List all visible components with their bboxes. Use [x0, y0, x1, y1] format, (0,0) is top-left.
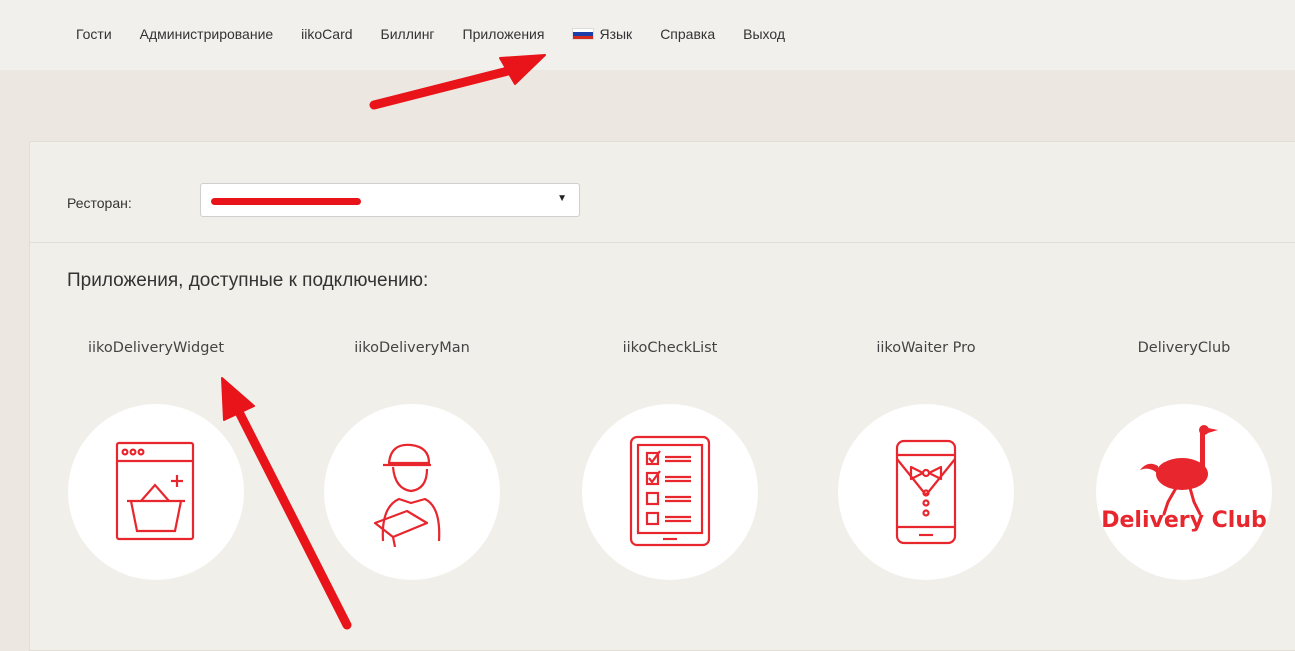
nav-language-label: Язык [599, 26, 633, 42]
nav-billing[interactable]: Биллинг [381, 26, 435, 42]
app-name[interactable]: iikoDeliveryMan [322, 340, 502, 356]
restaurant-select[interactable]: ▼ [200, 183, 580, 217]
ostrich-icon [1140, 425, 1218, 516]
nav-administration[interactable]: Администрирование [140, 26, 274, 42]
nav-help[interactable]: Справка [660, 26, 715, 42]
app-card-delivery-man: iikoDeliveryMan [322, 340, 502, 580]
delivery-club-logo-text: Delivery Club [1101, 508, 1267, 533]
nav-guests[interactable]: Гости [76, 26, 112, 42]
app-tile-checklist[interactable] [582, 404, 758, 580]
app-card-checklist: iikoCheckList [580, 340, 760, 580]
nav-iikocard[interactable]: iikoCard [301, 26, 352, 42]
dropdown-caret-icon: ▼ [557, 193, 567, 204]
app-tile-waiter-pro[interactable] [838, 404, 1014, 580]
redaction-mark [211, 198, 361, 205]
waiter-phone-icon [895, 439, 957, 545]
app-card-waiter-pro: iikoWaiter Pro [836, 340, 1016, 580]
nav-language[interactable]: Язык [572, 26, 632, 42]
nav-logout[interactable]: Выход [743, 26, 785, 42]
restaurant-label: Ресторан: [67, 195, 132, 211]
apps-section-title: Приложения, доступные к подключению: [67, 270, 429, 291]
app-card-delivery-club: DeliveryClub Delivery Club [1094, 340, 1274, 580]
app-name[interactable]: iikoCheckList [580, 340, 760, 356]
courier-icon [373, 443, 441, 547]
app-name[interactable]: iikoWaiter Pro [836, 340, 1016, 356]
top-navigation: Гости Администрирование iikoCard Биллинг… [0, 0, 1295, 70]
russian-flag-icon [572, 28, 595, 40]
divider [30, 242, 1295, 243]
nav-menu: Гости Администрирование iikoCard Биллинг… [76, 24, 813, 44]
checklist-icon [629, 435, 711, 547]
main-panel: Ресторан: ▼ Приложения, доступные к подк… [29, 141, 1295, 651]
app-name[interactable]: iikoDeliveryWidget [66, 340, 246, 356]
app-tile-delivery-widget[interactable] [68, 404, 244, 580]
nav-applications[interactable]: Приложения [463, 26, 545, 42]
basket-window-icon [115, 441, 195, 541]
app-name[interactable]: DeliveryClub [1094, 340, 1274, 356]
app-card-delivery-widget: iikoDeliveryWidget [66, 340, 246, 580]
app-tile-delivery-man[interactable] [324, 404, 500, 580]
app-tile-delivery-club[interactable]: Delivery Club [1096, 404, 1272, 580]
